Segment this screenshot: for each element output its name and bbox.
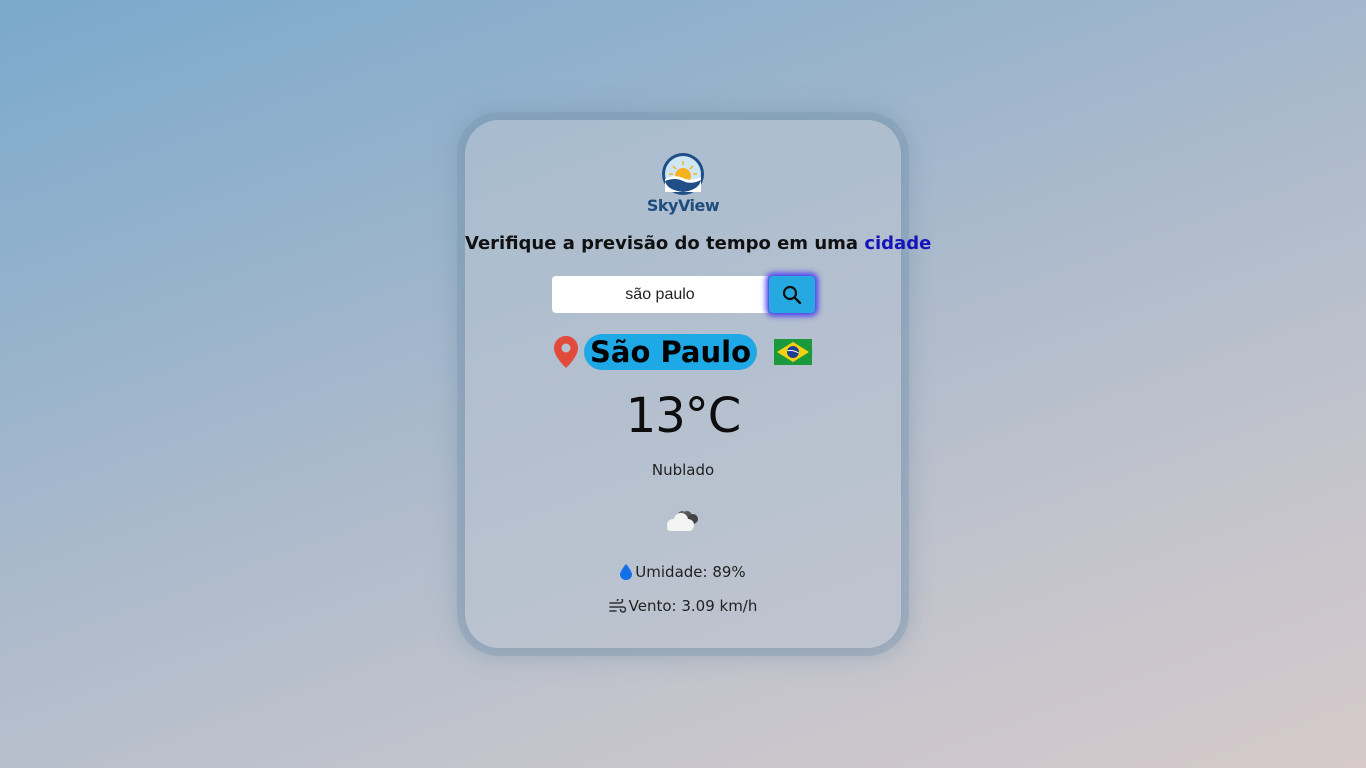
search-button[interactable] xyxy=(769,276,815,313)
page-headline: Verifique a previsão do tempo em uma cid… xyxy=(465,233,931,254)
search-bar xyxy=(552,276,816,314)
weather-card: SkyView Verifique a previsão do tempo em… xyxy=(465,120,931,648)
brand-name: SkyView xyxy=(646,196,720,215)
wind-value: Vento: 3.09 km/h xyxy=(628,597,758,615)
brand-logo: SkyView xyxy=(465,152,901,216)
temperature: 13°C xyxy=(625,388,742,444)
map-pin-icon xyxy=(553,336,578,368)
sun-over-sea-icon xyxy=(662,153,704,195)
location-row: São Paulo xyxy=(465,333,901,371)
water-drop-icon xyxy=(620,564,633,580)
weather-description: Nublado xyxy=(651,461,715,479)
city-search-input[interactable] xyxy=(552,276,768,313)
humidity-value: Umidade: 89% xyxy=(635,563,746,581)
search-icon xyxy=(782,285,802,304)
humidity-row: Umidade: 89% xyxy=(465,563,901,581)
city-name: São Paulo xyxy=(583,334,758,370)
headline-prefix: Verifique a previsão do tempo em uma xyxy=(465,233,865,254)
headline-accent: cidade xyxy=(864,233,932,254)
wind-row: Vento: 3.09 km/h xyxy=(465,597,901,615)
cloudy-icon xyxy=(667,511,698,531)
wind-icon xyxy=(608,599,626,613)
brazil-flag-icon xyxy=(774,339,813,365)
